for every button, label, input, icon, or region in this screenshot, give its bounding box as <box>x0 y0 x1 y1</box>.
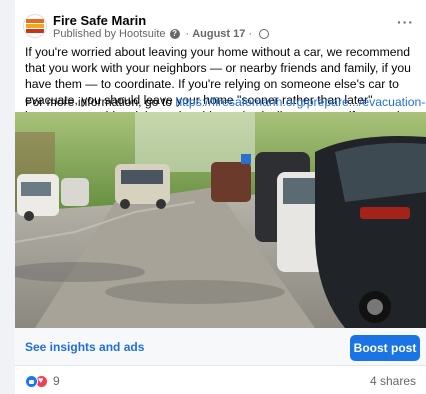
page-logo-icon[interactable] <box>23 14 47 38</box>
post-date[interactable]: August 17 <box>192 28 245 40</box>
page-name[interactable]: Fire Safe Marin <box>53 13 146 28</box>
like-reaction-icon <box>25 374 38 388</box>
street-photo-image <box>15 112 426 328</box>
post-actions-bar: See insights and ads Boost post <box>15 328 426 366</box>
globe-icon <box>259 29 270 39</box>
post-meta: Published by Hootsuite ? · August 17 · <box>53 28 270 40</box>
boost-post-button[interactable]: Boost post <box>350 335 420 361</box>
meta-separator: · <box>185 28 190 40</box>
post-link[interactable]: https://firesafemarin.org/prepare.../eva… <box>175 95 426 109</box>
meta-separator-2: · <box>248 28 253 40</box>
see-insights-link[interactable]: See insights and ads <box>25 340 144 354</box>
more-options-icon[interactable]: ··· <box>397 14 414 30</box>
post-photo[interactable] <box>15 112 426 328</box>
post-link-line: For more information, go to https://fire… <box>25 94 426 110</box>
reaction-count: 9 <box>53 374 60 388</box>
published-by: Published by Hootsuite <box>53 28 166 40</box>
link-prefix: For more information, go to <box>25 95 176 109</box>
post-header: Fire Safe Marin Published by Hootsuite ?… <box>15 0 426 40</box>
shares-count[interactable]: 4 shares <box>370 374 416 388</box>
help-icon[interactable]: ? <box>169 29 180 39</box>
reactions-summary[interactable]: 9 <box>25 374 60 388</box>
post-card: Fire Safe Marin Published by Hootsuite ?… <box>15 0 426 394</box>
